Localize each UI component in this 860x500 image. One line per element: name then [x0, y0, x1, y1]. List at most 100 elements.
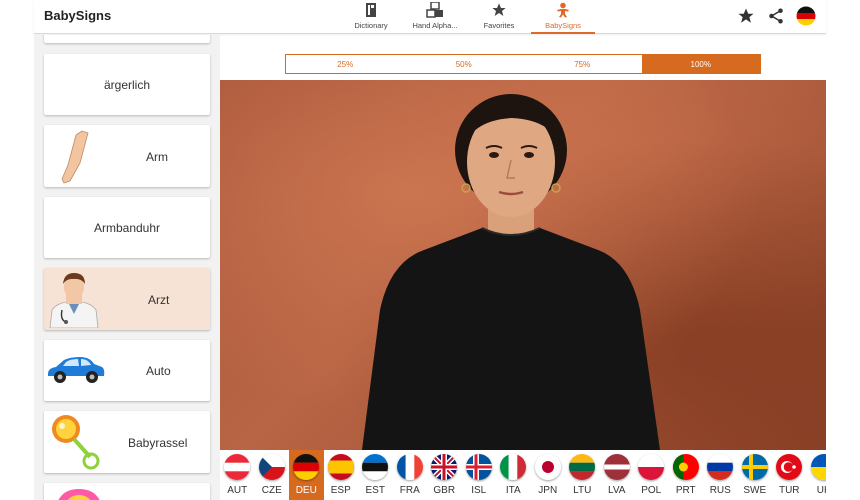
speed-option-75[interactable]: 75% [523, 55, 642, 73]
app-window: BabySigns Dictionary Hand Alpha... Favor… [0, 0, 860, 500]
language-code-label: LTU [573, 485, 592, 496]
star-icon[interactable] [736, 6, 756, 26]
speed-option-100[interactable]: 100% [641, 55, 760, 73]
tab-dictionary[interactable]: Dictionary [339, 0, 403, 34]
language-swe[interactable]: SWE [738, 450, 773, 500]
language-code-label: TUR [778, 485, 800, 496]
language-code-label: AUT [227, 485, 248, 496]
flag-fra-icon [396, 454, 423, 480]
language-tur[interactable]: TUR [772, 450, 807, 500]
language-ltu[interactable]: LTU [565, 450, 600, 500]
list-item[interactable] [44, 483, 210, 500]
tab-label: Favorites [483, 21, 515, 30]
language-code-label: DEU [295, 485, 317, 496]
top-app-bar: BabySigns Dictionary Hand Alpha... Favor… [34, 0, 826, 34]
item-label: ärgerlich [103, 78, 151, 92]
language-isl[interactable]: ISL [462, 450, 497, 500]
speed-option-50[interactable]: 50% [405, 55, 524, 73]
tab-label: Dictionary [354, 21, 388, 30]
language-code-label: ISL [471, 485, 487, 496]
flag-lva-icon [603, 454, 630, 480]
language-code-label: CZE [261, 485, 282, 496]
flag-tur-icon [776, 454, 803, 480]
sign-video-player[interactable] [220, 80, 826, 450]
language-est[interactable]: EST [358, 450, 393, 500]
flag-esp-icon [327, 454, 354, 480]
tab-bar: Dictionary Hand Alpha... Favorites BabyS… [339, 0, 595, 34]
language-selector: AUT CZE DEU ESP EST FRA GBR ISL ITA JPN LTU LVA POL P… [220, 450, 826, 500]
language-lva[interactable]: LVA [600, 450, 635, 500]
apple-icon [62, 35, 92, 42]
language-code-label: FRA [399, 485, 420, 496]
share-icon[interactable] [766, 6, 786, 26]
language-esp[interactable]: ESP [324, 450, 359, 500]
item-label: Babyrassel [128, 436, 188, 450]
language-rus[interactable]: RUS [703, 450, 738, 500]
flag-aut-icon [224, 454, 251, 480]
language-ita[interactable]: ITA [496, 450, 531, 500]
arm-image [54, 129, 94, 190]
star-icon [490, 1, 508, 19]
alphabet-blocks-icon [426, 1, 444, 19]
tab-hand-alphabet[interactable]: Hand Alpha... [403, 0, 467, 34]
item-label: Auto [146, 364, 171, 378]
tab-babysigns[interactable]: BabySigns [531, 0, 595, 34]
language-code-label: ITA [505, 485, 521, 496]
flag-deu-icon [293, 454, 320, 480]
language-fra[interactable]: FRA [393, 450, 428, 500]
language-jpn[interactable]: JPN [531, 450, 566, 500]
language-code-label: SWE [743, 485, 767, 496]
speed-option-25[interactable]: 25% [286, 55, 405, 73]
language-code-label: JPN [538, 485, 558, 496]
list-item-babyrassel[interactable]: Babyrassel [44, 411, 210, 473]
flag-pol-icon [638, 454, 665, 480]
book-icon [362, 1, 380, 19]
tab-label: BabySigns [545, 21, 581, 30]
language-pol[interactable]: POL [634, 450, 669, 500]
item-label: Arm [146, 150, 168, 164]
language-gbr[interactable]: GBR [427, 450, 462, 500]
language-code-label: UK [816, 485, 826, 496]
list-item-armbanduhr[interactable]: Armbanduhr [44, 197, 210, 258]
language-code-label: LVA [608, 485, 626, 496]
flag-est-icon [362, 454, 389, 480]
flag-ltu-icon [569, 454, 596, 480]
list-item-auto[interactable]: Auto [44, 340, 210, 401]
list-item-arzt[interactable]: Arzt [44, 268, 210, 330]
flag-ita-icon [500, 454, 527, 480]
language-ukr[interactable]: UK [807, 450, 826, 500]
item-label: Arzt [148, 293, 170, 307]
ball-icon [54, 487, 104, 500]
germany-flag-icon[interactable] [796, 6, 816, 26]
language-prt[interactable]: PRT [669, 450, 704, 500]
flag-gbr-icon [431, 454, 458, 480]
tab-favorites[interactable]: Favorites [467, 0, 531, 34]
app-title: BabySigns [44, 8, 112, 23]
list-item-argerlich[interactable]: ärgerlich [44, 54, 210, 115]
flag-prt-icon [672, 454, 699, 480]
flag-jpn-icon [534, 454, 561, 480]
language-deu[interactable]: DEU [289, 450, 324, 500]
flag-ukr-icon [810, 454, 826, 480]
language-code-label: ESP [330, 485, 351, 496]
list-item[interactable] [44, 35, 210, 43]
flag-cze-icon [258, 454, 285, 480]
language-aut[interactable]: AUT [220, 450, 255, 500]
playback-speed-selector: 25% 50% 75% 100% [285, 54, 761, 74]
doctor-image [46, 270, 102, 333]
language-code-label: POL [641, 485, 662, 496]
flag-swe-icon [741, 454, 768, 480]
top-actions [736, 6, 816, 26]
list-item-arm[interactable]: Arm [44, 125, 210, 187]
flag-isl-icon [465, 454, 492, 480]
flag-rus-icon [707, 454, 734, 480]
language-code-label: GBR [433, 485, 456, 496]
tab-label: Hand Alpha... [412, 21, 458, 30]
rattle-image [50, 413, 100, 476]
language-cze[interactable]: CZE [255, 450, 290, 500]
baby-icon [554, 1, 572, 19]
sign-list[interactable]: ärgerlich Arm Armbanduhr Arzt Auto Babyr… [34, 35, 220, 500]
item-label: Armbanduhr [93, 221, 161, 235]
language-code-label: RUS [709, 485, 731, 496]
car-image [46, 352, 106, 391]
